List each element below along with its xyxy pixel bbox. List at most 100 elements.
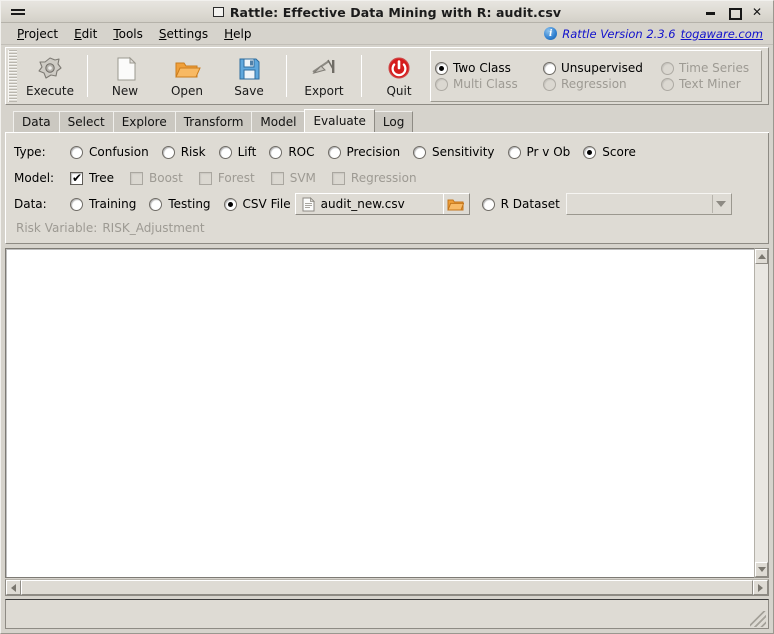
tab-label: Data — [22, 115, 51, 129]
arrow-down-icon — [758, 567, 766, 572]
menu-tools[interactable]: Tools — [105, 25, 151, 43]
scroll-right-button[interactable] — [753, 580, 768, 595]
open-button[interactable]: Open — [156, 48, 218, 104]
window-title: Rattle: Effective Data Mining with R: au… — [230, 5, 561, 20]
quit-label: Quit — [386, 84, 411, 98]
mode-radio-row-1: Two Class Unsupervised Time Series — [435, 61, 753, 75]
chevron-down-icon — [712, 195, 729, 213]
radio-sensitivity[interactable]: Sensitivity — [413, 145, 494, 159]
scroll-down-button[interactable] — [755, 562, 768, 577]
tab-log[interactable]: Log — [374, 111, 413, 132]
maximize-button[interactable] — [728, 6, 740, 18]
checkbox-indicator — [130, 172, 143, 185]
radio-pr-v-ob[interactable]: Pr v Ob — [508, 145, 571, 159]
resize-grip[interactable] — [750, 611, 766, 627]
radio-label: Time Series — [679, 61, 749, 75]
export-button[interactable]: Export — [293, 48, 355, 104]
radio-precision[interactable]: Precision — [328, 145, 401, 159]
window-menu-icon[interactable] — [11, 5, 27, 19]
csv-file-name: audit_new.csv — [321, 197, 443, 211]
new-button[interactable]: New — [94, 48, 156, 104]
tab-data[interactable]: Data — [13, 111, 60, 132]
vertical-scrollbar[interactable] — [754, 248, 769, 578]
radio-label: Two Class — [453, 61, 511, 75]
radio-lift[interactable]: Lift — [219, 145, 257, 159]
tab-explore[interactable]: Explore — [113, 111, 176, 132]
checkbox-tree[interactable]: Tree — [70, 171, 114, 185]
tab-transform[interactable]: Transform — [175, 111, 253, 132]
tab-model[interactable]: Model — [251, 111, 305, 132]
window-title-group: Rattle: Effective Data Mining with R: au… — [1, 1, 773, 23]
checkbox-label: Tree — [89, 171, 114, 185]
toolbar-grip[interactable] — [8, 50, 17, 102]
application-window: Rattle: Effective Data Mining with R: au… — [0, 0, 774, 634]
radio-unsupervised[interactable]: Unsupervised — [543, 61, 661, 75]
togaware-link[interactable]: togaware.com — [681, 27, 763, 41]
scroll-up-button[interactable] — [755, 249, 768, 264]
radio-indicator — [435, 78, 448, 91]
risk-variable-value: RISK_Adjustment — [102, 221, 204, 235]
radio-label: CSV File — [243, 197, 291, 211]
output-textview[interactable] — [5, 248, 754, 578]
notebook-tabs: Data Select Explore Transform Model Eval… — [5, 109, 769, 133]
app-icon — [213, 7, 224, 17]
radio-indicator — [162, 146, 175, 159]
toolbar-separator-2 — [286, 55, 287, 97]
radio-label: R Dataset — [501, 197, 560, 211]
radio-indicator — [269, 146, 282, 159]
radio-label: Confusion — [89, 145, 149, 159]
main-toolbar: Execute New Open — [5, 47, 769, 105]
minimize-button[interactable] — [705, 6, 717, 18]
radio-label: Pr v Ob — [527, 145, 571, 159]
menu-bar: Project Edit Tools Settings Help i Rattl… — [1, 23, 773, 45]
data-label: Data: — [14, 197, 70, 211]
radio-confusion[interactable]: Confusion — [70, 145, 149, 159]
document-icon — [302, 197, 315, 212]
checkbox-label: Boost — [149, 171, 183, 185]
radio-indicator — [543, 62, 556, 75]
horizontal-scroll-thumb[interactable] — [21, 580, 753, 595]
export-label: Export — [304, 84, 343, 98]
radio-training[interactable]: Training — [70, 197, 136, 211]
menu-edit[interactable]: Edit — [66, 25, 105, 43]
radio-text-miner: Text Miner — [661, 77, 741, 91]
toolbar-separator — [87, 55, 88, 97]
menu-help[interactable]: Help — [216, 25, 259, 43]
radio-r-dataset[interactable]: R Dataset — [482, 197, 560, 211]
tab-evaluate[interactable]: Evaluate — [304, 109, 374, 132]
tab-label: Evaluate — [313, 114, 365, 128]
browse-folder-button[interactable] — [443, 194, 467, 214]
radio-indicator — [413, 146, 426, 159]
risk-variable-row: Risk Variable: RISK_Adjustment — [14, 217, 760, 239]
csv-file-chooser[interactable]: audit_new.csv — [295, 193, 470, 215]
radio-roc[interactable]: ROC — [269, 145, 314, 159]
radio-indicator — [70, 146, 83, 159]
horizontal-scrollbar[interactable] — [5, 579, 769, 596]
checkbox-regression: Regression — [332, 171, 417, 185]
radio-score[interactable]: Score — [583, 145, 636, 159]
radio-csv-file[interactable]: CSV File — [224, 197, 291, 211]
radio-multi-class: Multi Class — [435, 77, 543, 91]
checkbox-indicator — [332, 172, 345, 185]
radio-risk[interactable]: Risk — [162, 145, 206, 159]
scroll-left-button[interactable] — [6, 580, 21, 595]
save-label: Save — [234, 84, 263, 98]
close-button[interactable]: ✕ — [751, 6, 763, 18]
type-row: Type: Confusion Risk Lift ROC Precision — [14, 139, 760, 165]
menu-settings[interactable]: Settings — [151, 25, 216, 43]
menu-project[interactable]: Project — [9, 25, 66, 43]
info-icon: i — [544, 27, 557, 40]
save-button[interactable]: Save — [218, 48, 280, 104]
power-quit-icon — [384, 55, 414, 83]
radio-two-class[interactable]: Two Class — [435, 61, 543, 75]
vertical-scroll-track[interactable] — [755, 264, 768, 562]
tab-select[interactable]: Select — [59, 111, 114, 132]
radio-testing[interactable]: Testing — [149, 197, 210, 211]
new-label: New — [112, 84, 138, 98]
quit-button[interactable]: Quit — [368, 48, 430, 104]
execute-icon — [35, 55, 65, 83]
radio-indicator — [508, 146, 521, 159]
type-label: Type: — [14, 145, 70, 159]
radio-label: Risk — [181, 145, 206, 159]
execute-button[interactable]: Execute — [19, 48, 81, 104]
